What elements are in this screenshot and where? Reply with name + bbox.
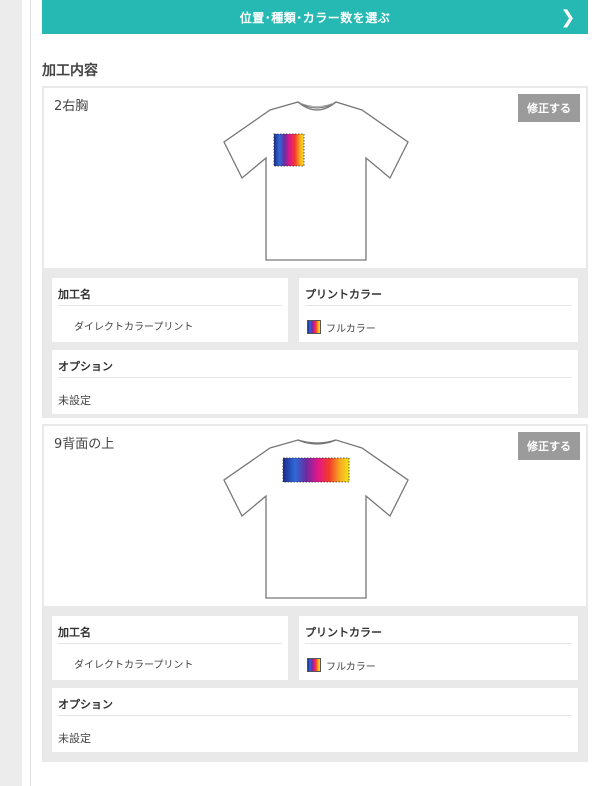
process-name-title: 加工名 [58, 626, 91, 639]
divider [58, 643, 282, 644]
chevron-right-icon: ❯ [560, 7, 576, 28]
position-label: 9背面の上 [54, 437, 115, 452]
print-area-mark [273, 133, 305, 167]
print-color-title: プリントカラー [305, 288, 382, 301]
position-label: 2右胸 [54, 99, 89, 114]
item-preview: 2右胸 修正する [44, 88, 586, 268]
rail-divider [30, 0, 31, 786]
tshirt-back-image [223, 439, 409, 599]
process-name-title: 加工名 [58, 288, 91, 301]
print-color-title: プリントカラー [305, 626, 382, 639]
print-area-mark [282, 457, 350, 483]
option-card: オプション 未設定 [52, 688, 578, 752]
process-name-card: 加工名 ダイレクトカラープリント [52, 278, 288, 342]
process-name-card: 加工名 ダイレクトカラープリント [52, 616, 288, 680]
print-color-value: フルカラー [326, 662, 376, 673]
section-title: 加工内容 [42, 63, 98, 79]
print-color-value-row: フルカラー [307, 658, 376, 673]
process-name-value: ダイレクトカラープリント [74, 322, 194, 333]
divider [305, 643, 572, 644]
full-color-swatch-icon [307, 658, 321, 672]
edit-button[interactable]: 修正する [518, 94, 580, 122]
option-title: オプション [58, 360, 113, 373]
select-position-label: 位置･種類･カラー数を選ぶ [239, 10, 391, 25]
print-color-card: プリントカラー フルカラー [299, 616, 578, 680]
print-color-value: フルカラー [326, 324, 376, 335]
process-name-value: ダイレクトカラープリント [74, 660, 194, 671]
left-rail [0, 0, 22, 786]
process-item-panel: 2右胸 修正する 加工名 ダイレクトカラープリント プリントカラー フルカラー … [42, 86, 588, 418]
print-color-card: プリントカラー フルカラー [299, 278, 578, 342]
option-value: 未設定 [58, 394, 91, 407]
option-title: オプション [58, 698, 113, 711]
edit-button[interactable]: 修正する [518, 432, 580, 460]
full-color-swatch-icon [307, 320, 321, 334]
item-preview: 9背面の上 修正する [44, 426, 586, 606]
option-value: 未設定 [58, 732, 91, 745]
process-item-panel: 9背面の上 修正する 加工名 ダイレクトカラープリント プリントカラー フルカラ… [42, 424, 588, 762]
tshirt-front-image [223, 101, 409, 261]
divider [58, 377, 572, 378]
option-card: オプション 未設定 [52, 350, 578, 414]
divider [58, 715, 572, 716]
divider [58, 305, 282, 306]
print-color-value-row: フルカラー [307, 320, 376, 335]
divider [305, 305, 572, 306]
select-position-button[interactable]: 位置･種類･カラー数を選ぶ ❯ [42, 0, 588, 34]
